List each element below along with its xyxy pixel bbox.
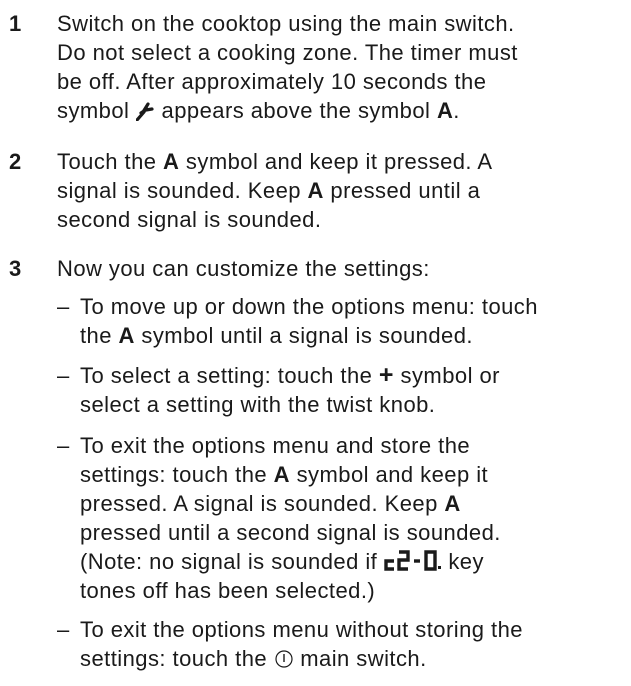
- step-text: Touch the A symbol and keep it pressed. …: [57, 147, 625, 234]
- text-line: Switch on the cooktop using the main swi…: [57, 11, 515, 36]
- text-line: Do not select a cooking zone. The timer …: [57, 40, 518, 65]
- power-icon: [275, 650, 293, 668]
- step-text: Switch on the cooktop using the main swi…: [57, 9, 625, 125]
- text-line: signal is sounded. Keep A pressed until …: [57, 178, 481, 203]
- c2-0-display-icon: [384, 550, 441, 571]
- text-line: second signal is sounded.: [57, 207, 322, 232]
- wrench-icon: [135, 102, 154, 121]
- bullet-marker: –: [57, 433, 70, 458]
- symbol-a: A: [118, 323, 135, 348]
- text-line: symbol appears above the symbol A.: [57, 98, 460, 123]
- symbol-a: A: [163, 149, 180, 174]
- bullet-marker: –: [57, 294, 70, 319]
- symbol-a: A: [307, 178, 324, 203]
- step-intro: Now you can customize the settings:: [57, 256, 430, 281]
- step-number: 3: [9, 256, 22, 281]
- symbol-a: A: [444, 491, 461, 516]
- instruction-page: 1 Switch on the cooktop using the main s…: [0, 0, 631, 686]
- text-line: Touch the A symbol and keep it pressed. …: [57, 149, 493, 174]
- symbol-a: A: [436, 98, 454, 123]
- step-number: 2: [9, 149, 22, 174]
- bullet-marker: –: [57, 363, 70, 388]
- step-number: 1: [9, 11, 22, 36]
- bullet-marker: –: [57, 617, 70, 642]
- plus-icon: +: [378, 361, 394, 389]
- text-line: be off. After approximately 10 seconds t…: [57, 69, 487, 94]
- symbol-a: A: [273, 462, 291, 487]
